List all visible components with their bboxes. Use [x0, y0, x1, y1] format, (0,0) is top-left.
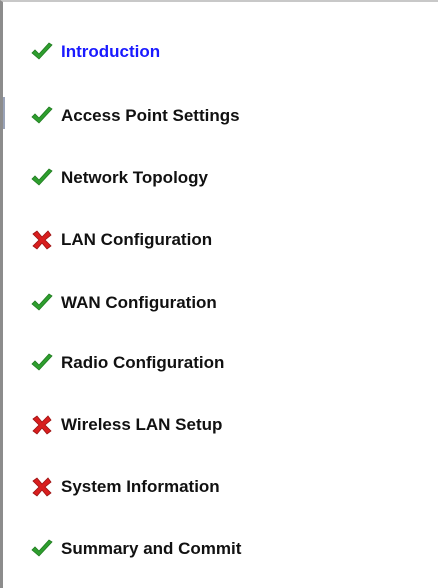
- step-access-point-settings[interactable]: Access Point Settings: [29, 101, 369, 131]
- step-introduction[interactable]: Introduction: [29, 37, 369, 67]
- step-label: System Information: [61, 477, 220, 496]
- step-label: Introduction: [61, 42, 161, 61]
- panel-edge-marker: [3, 97, 5, 129]
- step-radio-configuration[interactable]: Radio Configuration: [29, 348, 369, 378]
- error-x-icon: [29, 412, 55, 438]
- step-label: Network Topology: [61, 168, 209, 187]
- step-label: Access Point Settings: [61, 106, 240, 125]
- step-label: Wireless LAN Setup: [61, 415, 223, 434]
- step-system-information[interactable]: System Information: [29, 472, 369, 502]
- error-x-icon: [29, 227, 55, 253]
- step-wireless-lan-setup[interactable]: Wireless LAN Setup: [29, 410, 369, 440]
- step-summary-and-commit[interactable]: Summary and Commit: [29, 534, 369, 564]
- check-icon: [29, 536, 55, 562]
- step-label: WAN Configuration: [61, 293, 217, 312]
- check-icon: [29, 39, 55, 65]
- check-icon: [29, 103, 55, 129]
- wizard-step-panel: Introduction Access Point Settings Netwo…: [0, 0, 438, 588]
- error-x-icon: [29, 474, 55, 500]
- step-wan-configuration[interactable]: WAN Configuration: [29, 288, 369, 318]
- step-network-topology[interactable]: Network Topology: [29, 163, 369, 193]
- step-lan-configuration[interactable]: LAN Configuration: [29, 225, 369, 255]
- check-icon: [29, 165, 55, 191]
- check-icon: [29, 350, 55, 376]
- step-label: Summary and Commit: [61, 539, 242, 558]
- check-icon: [29, 290, 55, 316]
- step-label: LAN Configuration: [61, 230, 213, 249]
- step-label: Radio Configuration: [61, 353, 225, 372]
